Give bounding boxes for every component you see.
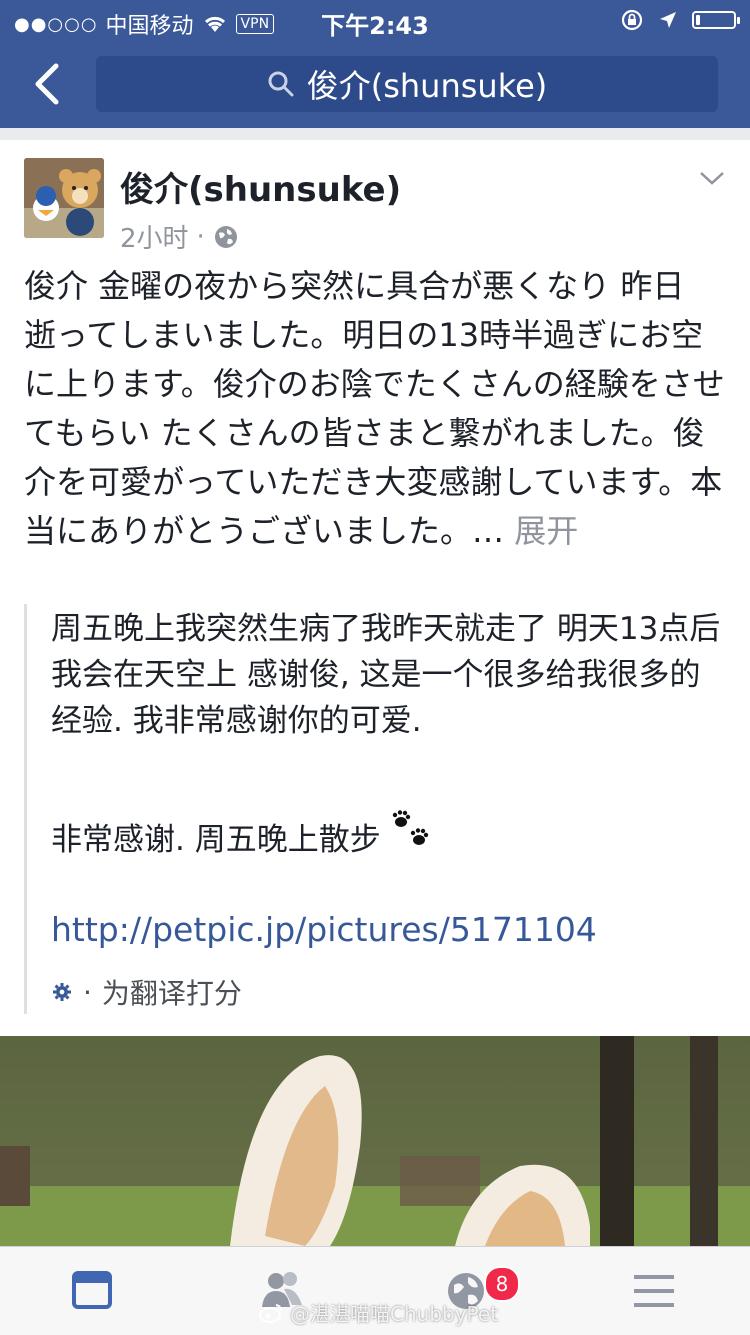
translation-paragraph-2-text: 非常感谢. 周五晚上散步: [51, 822, 381, 858]
tab-news-feed-icon[interactable]: [62, 1263, 122, 1319]
post-meta: 2小时 ·: [120, 218, 239, 255]
translation-paragraph-2: 非常感谢. 周五晚上散步: [51, 810, 731, 863]
globe-icon: [214, 225, 237, 248]
paw-prints-icon: [392, 810, 428, 845]
rate-separator: ·: [83, 975, 92, 1009]
weibo-logo-icon: [259, 1303, 282, 1323]
post-text: 俊介 金曜の夜から突然に具合が悪くなり 昨日 逝ってしまいました。明日の13時半…: [24, 267, 725, 550]
gear-icon: [53, 983, 71, 1001]
post-body: 俊介 金曜の夜から突然に具合が悪くなり 昨日 逝ってしまいました。明日の13時半…: [24, 262, 726, 556]
status-bar: ●●○○○ 中国移动 VPN 下午2:43: [0, 0, 750, 40]
meta-separator: ·: [196, 221, 205, 252]
location-arrow-icon: [660, 12, 676, 28]
chevron-down-icon[interactable]: [698, 168, 726, 188]
post-photo[interactable]: [0, 1036, 750, 1246]
search-query: 俊介(shunsuke): [306, 67, 548, 105]
post-card: 俊介(shunsuke) 2小时 · 俊介 金曜の夜から突然に具合が悪くなり 昨…: [0, 140, 750, 1036]
top-bar: ●●○○○ 中国移动 VPN 下午2:43 俊介(shunsuke): [0, 0, 750, 128]
notifications-badge: 8: [484, 1266, 520, 1302]
see-more-link[interactable]: 展开: [514, 512, 578, 550]
post-author[interactable]: 俊介(shunsuke): [120, 162, 401, 211]
tab-menu-icon[interactable]: [624, 1263, 684, 1319]
rotation-lock-icon: [621, 9, 643, 31]
post-link[interactable]: http://petpic.jp/pictures/5171104: [51, 910, 597, 949]
watermark: @湛湛喵喵ChubbyPet: [258, 1298, 498, 1327]
translation-paragraph-1: 周五晚上我突然生病了我昨天就走了 明天13点后我会在天空上 感谢俊, 这是一个很…: [51, 611, 721, 739]
status-right: [620, 8, 740, 32]
profile-photo: [24, 158, 104, 238]
rate-translation-label: 为翻译打分: [101, 977, 242, 1010]
watermark-text: @湛湛喵喵ChubbyPet: [290, 1302, 499, 1326]
translation-block: 周五晚上我突然生病了我昨天就走了 明天13点后我会在天空上 感谢俊, 这是一个很…: [24, 604, 729, 1014]
rate-translation[interactable]: · 为翻译打分: [51, 972, 242, 1012]
search-bar[interactable]: 俊介(shunsuke): [96, 56, 718, 112]
search-icon: [268, 71, 294, 97]
post-time[interactable]: 2小时: [120, 218, 189, 255]
dog-ears-photo: [0, 1036, 750, 1246]
battery-icon: [692, 11, 740, 29]
back-chevron-icon[interactable]: [28, 60, 68, 108]
avatar[interactable]: [24, 158, 104, 238]
